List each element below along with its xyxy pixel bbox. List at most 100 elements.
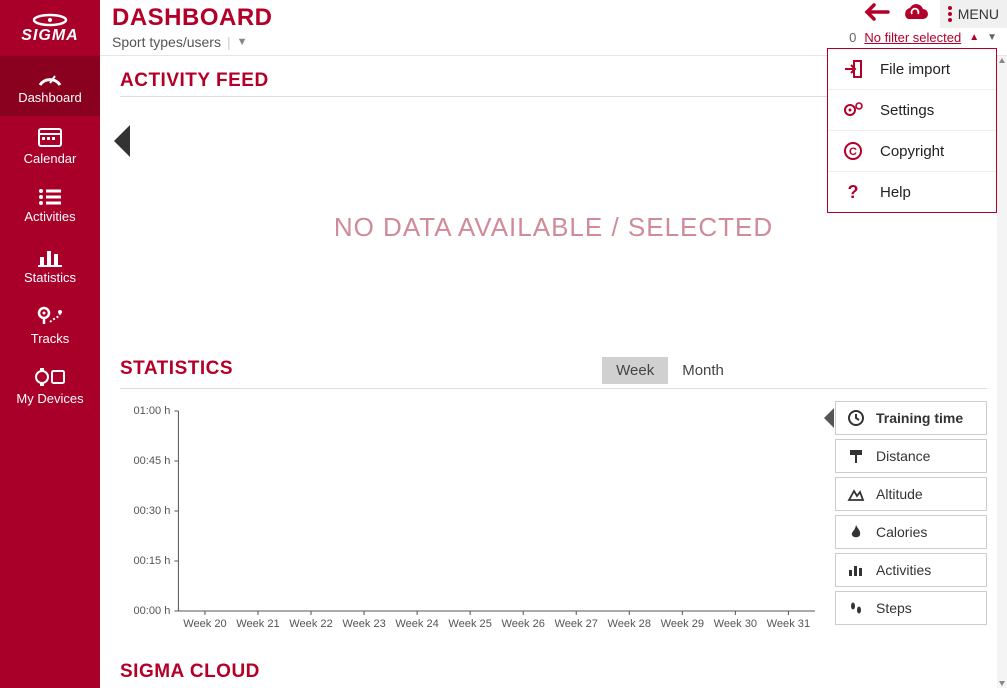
metric-label: Calories — [876, 524, 927, 540]
footsteps-icon — [846, 599, 866, 617]
period-tabs: Week Month — [602, 357, 738, 384]
tab-week[interactable]: Week — [602, 357, 668, 384]
sidebar-item-activities[interactable]: Activities — [0, 176, 100, 236]
bar-chart-icon — [37, 247, 63, 267]
triangle-up-icon[interactable]: ▲ — [969, 32, 979, 43]
metric-label: Activities — [876, 562, 931, 578]
sigma-cloud-title: SIGMA CLOUD — [120, 661, 987, 683]
metric-calories[interactable]: Calories — [835, 515, 987, 549]
sidebar-item-statistics[interactable]: Statistics — [0, 236, 100, 296]
sidebar-item-label: Statistics — [24, 270, 76, 285]
calendar-icon — [37, 126, 63, 148]
chevron-down-icon: ▼ — [237, 36, 248, 48]
list-icon — [37, 188, 63, 206]
svg-text:Week 22: Week 22 — [289, 618, 332, 630]
triangle-down-icon[interactable]: ▼ — [987, 32, 997, 43]
svg-text:Week 21: Week 21 — [236, 618, 279, 630]
metric-label: Altitude — [876, 486, 923, 502]
feed-prev-arrow[interactable] — [114, 125, 130, 157]
sidebar-item-label: Activities — [24, 209, 75, 224]
topbar-actions: MENU — [864, 0, 1007, 28]
metric-label: Distance — [876, 448, 930, 464]
scrollbar[interactable] — [997, 56, 1007, 688]
filter-selector[interactable]: No filter selected — [864, 30, 961, 45]
menu-dots-icon — [948, 6, 952, 22]
menu-item-help[interactable]: ? Help — [828, 172, 996, 212]
divider — [120, 388, 987, 389]
signpost-icon — [846, 447, 866, 465]
sport-types-selector[interactable]: Sport types/users | ▼ — [112, 34, 273, 50]
back-arrow-icon[interactable] — [864, 1, 890, 27]
svg-text:00:00 h: 00:00 h — [133, 605, 170, 617]
sidebar-item-calendar[interactable]: Calendar — [0, 116, 100, 176]
sigma-logo-icon — [32, 13, 68, 27]
metric-distance[interactable]: Distance — [835, 439, 987, 473]
statistics-title: STATISTICS — [120, 358, 233, 380]
filter-count: 0 — [849, 30, 856, 45]
divider: | — [227, 34, 231, 50]
metric-label: Steps — [876, 600, 912, 616]
sport-types-label: Sport types/users — [112, 34, 221, 50]
menu-item-settings[interactable]: Settings — [828, 90, 996, 131]
metric-label: Training time — [876, 410, 963, 426]
svg-text:Week 30: Week 30 — [714, 618, 757, 630]
clock-icon — [846, 409, 866, 427]
svg-text:Week 27: Week 27 — [555, 618, 598, 630]
menu-item-label: Settings — [880, 102, 934, 119]
pin-route-icon — [36, 306, 64, 328]
metric-altitude[interactable]: Altitude — [835, 477, 987, 511]
svg-text:Week 31: Week 31 — [767, 618, 810, 630]
svg-text:Week 23: Week 23 — [342, 618, 385, 630]
svg-text:?: ? — [848, 182, 859, 202]
mountain-icon — [846, 485, 866, 503]
menu-dropdown: File import Settings C Copyright ? Help — [827, 48, 997, 213]
menu-item-label: File import — [880, 61, 950, 78]
menu-item-label: Help — [880, 184, 911, 201]
brand-text: SIGMA — [21, 27, 78, 45]
statistics-chart: 00:00 h 00:15 h 00:30 h 00:45 h 01:00 h Week … — [120, 401, 825, 641]
menu-button[interactable]: MENU — [940, 0, 1007, 28]
metric-steps[interactable]: Steps — [835, 591, 987, 625]
import-icon — [842, 59, 864, 79]
brand-logo: SIGMA — [0, 0, 100, 56]
sidebar-item-label: Dashboard — [18, 90, 82, 105]
sidebar-item-dashboard[interactable]: Dashboard — [0, 56, 100, 116]
sidebar-item-mydevices[interactable]: My Devices — [0, 356, 100, 416]
help-icon: ? — [842, 182, 864, 202]
svg-text:C: C — [849, 146, 857, 158]
svg-text:Week 26: Week 26 — [501, 618, 544, 630]
sidebar: SIGMA Dashboard Calendar Activities Stat… — [0, 0, 100, 688]
filter-bar: 0 No filter selected ▲ ▼ — [849, 30, 1007, 45]
sidebar-item-tracks[interactable]: Tracks — [0, 296, 100, 356]
svg-text:Week 28: Week 28 — [608, 618, 651, 630]
tab-month[interactable]: Month — [668, 357, 738, 384]
svg-text:01:00 h: 01:00 h — [133, 405, 170, 417]
svg-text:Week 20: Week 20 — [183, 618, 226, 630]
cloud-sync-icon[interactable] — [900, 3, 930, 26]
sidebar-item-label: Calendar — [24, 151, 77, 166]
gauge-icon — [36, 67, 64, 87]
svg-text:Week 25: Week 25 — [448, 618, 491, 630]
svg-text:Week 29: Week 29 — [661, 618, 704, 630]
menu-item-label: Copyright — [880, 143, 944, 160]
metric-training-time[interactable]: Training time — [835, 401, 987, 435]
active-pointer-icon — [824, 408, 834, 428]
menu-item-file-import[interactable]: File import — [828, 49, 996, 90]
metric-activities[interactable]: Activities — [835, 553, 987, 587]
svg-text:Week 24: Week 24 — [395, 618, 438, 630]
gears-icon — [842, 100, 864, 120]
flame-icon — [846, 523, 866, 541]
svg-text:00:15 h: 00:15 h — [133, 555, 170, 567]
statistics-row: 00:00 h 00:15 h 00:30 h 00:45 h 01:00 h Week … — [120, 401, 987, 641]
sidebar-item-label: Tracks — [31, 331, 70, 346]
page-title: DASHBOARD — [112, 4, 273, 32]
statistics-header: STATISTICS Week Month — [120, 357, 987, 384]
metric-list: Training time Distance Altitude Calories — [835, 401, 987, 641]
menu-item-copyright[interactable]: C Copyright — [828, 131, 996, 172]
menu-label: MENU — [958, 6, 999, 22]
bars-icon — [846, 561, 866, 579]
svg-text:00:45 h: 00:45 h — [133, 455, 170, 467]
devices-icon — [34, 366, 66, 388]
sidebar-item-label: My Devices — [16, 391, 83, 406]
svg-text:00:30 h: 00:30 h — [133, 505, 170, 517]
